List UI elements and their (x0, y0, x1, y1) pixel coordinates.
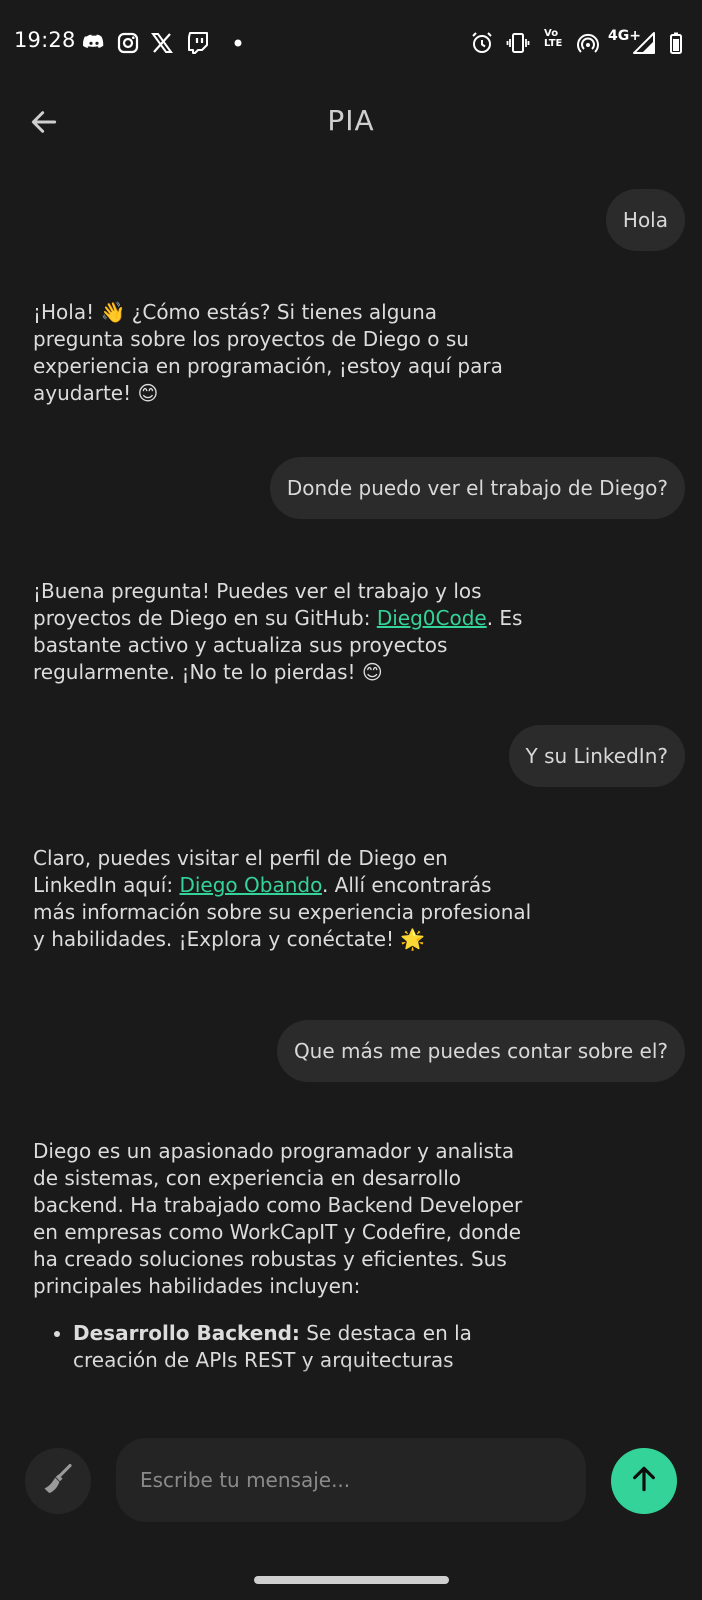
chat-screen: 19:28 Vo LTE 4G+ PIA Hola ¡Hola! 👋 ¿Cómo… (0, 0, 702, 1600)
assistant-message: ¡Buena pregunta! Puedes ver el trabajo y… (33, 578, 533, 686)
twitch-icon (186, 31, 210, 55)
dot-icon (226, 31, 250, 55)
assistant-message-text: Claro, puedes visitar el perfil de Diego… (33, 846, 532, 951)
clear-chat-button[interactable] (25, 1448, 91, 1514)
assistant-message-text: Diego es un apasionado programador y ana… (33, 1139, 523, 1298)
user-message: Hola (605, 189, 685, 251)
assistant-message-text: ¡Hola! 👋 ¿Cómo estás? Si tienes alguna p… (33, 300, 503, 405)
page-title: PIA (327, 104, 375, 137)
message-list[interactable]: Hola ¡Hola! 👋 ¿Cómo estás? Si tienes alg… (0, 180, 702, 1390)
discord-icon (82, 31, 106, 55)
assistant-message-text: ¡Buena pregunta! Puedes ver el trabajo y… (33, 579, 523, 684)
input-bar (0, 1420, 702, 1530)
user-message: Donde puedo ver el trabajo de Diego? (269, 457, 685, 519)
alarm-icon (470, 31, 494, 55)
arrow-up-icon (628, 1463, 660, 1499)
status-time: 19:28 (14, 28, 76, 52)
assistant-message: Claro, puedes visitar el perfil de Diego… (33, 845, 533, 953)
user-message: Y su LinkedIn? (508, 725, 685, 787)
linkedin-link[interactable]: Diego Obando (179, 873, 322, 897)
assistant-message: Diego es un apasionado programador y ana… (33, 1138, 533, 1374)
scroll-fade (0, 1363, 702, 1407)
battery-icon (664, 31, 688, 55)
vibrate-icon (506, 31, 530, 55)
user-message: Que más me puedes contar sobre el? (276, 1020, 685, 1082)
volte-icon: Vo LTE (544, 28, 563, 49)
assistant-message: ¡Hola! 👋 ¿Cómo estás? Si tienes alguna p… (33, 299, 533, 407)
message-input[interactable] (116, 1438, 586, 1522)
github-link[interactable]: Dieg0Code (377, 606, 487, 630)
x-icon (150, 31, 174, 55)
signal-icon (632, 31, 656, 55)
hotspot-icon (576, 31, 600, 55)
app-bar: PIA (0, 88, 702, 188)
instagram-icon (116, 31, 140, 55)
send-button[interactable] (611, 1448, 677, 1514)
broom-icon (41, 1462, 75, 1500)
status-bar: 19:28 Vo LTE 4G+ (0, 0, 702, 88)
gesture-nav-handle[interactable] (254, 1576, 449, 1584)
